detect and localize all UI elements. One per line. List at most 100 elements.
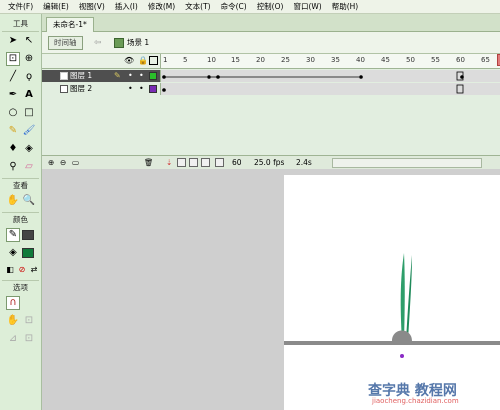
menu-edit[interactable]: 编辑(E) (38, 0, 74, 14)
delete-layer-icon[interactable]: 🗑 (144, 156, 154, 169)
timeline-toggle-button[interactable]: 时间轴 (48, 36, 83, 50)
rotate-skew-icon: ⊿ (8, 333, 18, 344)
frame-rate: 25.0 fps (254, 158, 285, 167)
zoom-tool-icon[interactable]: 🔍 (22, 194, 36, 208)
options-label: 选项 (13, 283, 28, 292)
layer-name: 图层 1 (70, 71, 93, 80)
back-arrow-icon[interactable]: ⇦ (94, 36, 102, 50)
lock-dot[interactable]: • (139, 83, 144, 95)
timeline-scrollbar[interactable] (332, 158, 482, 168)
line-tool-icon[interactable]: ╱ (6, 70, 20, 84)
layer-icon (60, 85, 68, 93)
frame-ruler[interactable]: 1 5 10 15 20 25 30 35 40 45 50 55 60 65 (160, 54, 500, 69)
lock-icon[interactable]: 🔒 (138, 56, 148, 65)
watermark-sub: jiaocheng.chazidian.com (372, 397, 459, 405)
onion-skin-icon[interactable] (177, 158, 186, 167)
scene-breadcrumb[interactable]: 场景 1 (114, 37, 149, 49)
ruler-label: 15 (231, 56, 240, 64)
selection-tool-icon[interactable]: ➤ (6, 34, 20, 48)
menu-view[interactable]: 视图(V) (74, 0, 110, 14)
paint-bucket-tool-icon[interactable]: ◈ (22, 142, 36, 156)
eye-icon[interactable]: 👁 (124, 56, 134, 65)
keyframe[interactable] (359, 75, 363, 79)
fill-transform-tool-icon[interactable]: ⊕ (22, 52, 36, 66)
snap-to-objects-icon[interactable]: ∩ (6, 296, 20, 310)
center-frame-icon[interactable]: ⇣ (166, 156, 172, 169)
add-layer-icon[interactable]: ⊕ (48, 156, 54, 169)
eyedropper-tool-icon[interactable]: ⚲ (6, 160, 20, 174)
layer-row[interactable]: 图层 1 ✎ • • (42, 70, 160, 82)
smooth-icon: ✋ (6, 315, 20, 326)
scene-icon (114, 38, 124, 48)
menu-control[interactable]: 控制(O) (252, 0, 289, 14)
visibility-dot[interactable]: • (128, 83, 133, 95)
fill-color-icon[interactable]: ◈ (6, 246, 20, 260)
menu-file[interactable]: 文件(F) (3, 0, 38, 14)
document-tab[interactable]: 未命名-1* (46, 17, 94, 32)
layer-outline-color[interactable] (149, 72, 157, 80)
add-guide-icon[interactable]: ⊖ (60, 156, 66, 169)
add-folder-icon[interactable]: ▭ (72, 156, 79, 169)
divider (2, 212, 39, 213)
layer-frames[interactable] (160, 70, 500, 82)
menu-commands[interactable]: 命令(C) (216, 0, 252, 14)
pencil-tool-icon[interactable]: ✎ (6, 124, 20, 138)
tools-panel: 工具 ➤ ↖ ⊡ ⊕ ╱ ϙ ✒ A ○ □ ✎ 🖌 ♦ ◈ ⚲ ▱ 查看 ✋ … (0, 14, 42, 410)
menu-insert[interactable]: 插入(I) (110, 0, 143, 14)
layer-frames[interactable] (160, 83, 500, 95)
outline-icon[interactable] (149, 56, 158, 65)
layer-name: 图层 2 (70, 84, 93, 93)
scale-icon: ⊡ (24, 333, 34, 344)
divider (2, 280, 39, 281)
ruler-label: 40 (356, 56, 365, 64)
document-tab-bar: 未命名-1* (42, 14, 500, 32)
onion-outline-icon[interactable] (189, 158, 198, 167)
edit-multiple-icon[interactable] (201, 158, 210, 167)
ruler-label: 65 (481, 56, 490, 64)
keyframe[interactable] (216, 75, 220, 79)
menu-text[interactable]: 文本(T) (180, 0, 215, 14)
lasso-tool-icon[interactable]: ϙ (22, 70, 36, 84)
ink-bottle-tool-icon[interactable]: ♦ (6, 142, 20, 156)
eraser-tool-icon[interactable]: ▱ (22, 160, 36, 174)
ruler-label: 60 (456, 56, 465, 64)
subselection-tool-icon[interactable]: ↖ (22, 34, 36, 48)
stroke-color-swatch[interactable] (22, 230, 34, 240)
modify-markers-icon[interactable] (215, 158, 224, 167)
brush-tool-icon[interactable]: 🖌 (22, 124, 36, 138)
ruler-label: 55 (431, 56, 440, 64)
watermark-site: jb51.net (424, 366, 486, 381)
edit-bar: 时间轴 ⇦ 场景 1 (42, 32, 500, 54)
pen-tool-icon[interactable]: ✒ (6, 88, 20, 102)
menu-modify[interactable]: 修改(M) (143, 0, 180, 14)
keyframe[interactable] (207, 75, 211, 79)
swap-colors-icon[interactable]: ⇄ (27, 263, 41, 277)
free-transform-tool-icon[interactable]: ⊡ (6, 52, 20, 66)
lock-dot[interactable]: • (139, 70, 144, 82)
stroke-color-icon[interactable]: ✎ (6, 228, 20, 242)
hand-tool-icon[interactable]: ✋ (6, 194, 20, 208)
menu-help[interactable]: 帮助(H) (327, 0, 364, 14)
ruler-label: 45 (381, 56, 390, 64)
ruler-label: 1 (163, 56, 168, 64)
keyframe[interactable] (162, 75, 166, 79)
ruler-label: 25 (281, 56, 290, 64)
menu-window[interactable]: 窗口(W) (288, 0, 326, 14)
oval-tool-icon[interactable]: ○ (6, 106, 20, 120)
divider (2, 31, 39, 32)
text-tool-icon[interactable]: A (22, 88, 36, 102)
ruler-label: 20 (256, 56, 265, 64)
fill-color-swatch[interactable] (22, 248, 34, 258)
layer-outline-color[interactable] (149, 85, 157, 93)
keyframe[interactable] (162, 88, 166, 92)
straighten-icon: ⊡ (24, 315, 34, 326)
timeline-panel: 👁 🔒 1 5 10 15 20 25 30 35 40 45 50 55 60… (42, 54, 500, 169)
timeline-status-bar: ⊕ ⊖ ▭ 🗑 ⇣ 60 25.0 fps 2.4s (42, 155, 500, 169)
divider (2, 178, 39, 179)
layer-row[interactable]: 图层 2 • • (42, 83, 160, 95)
ruler-label: 35 (331, 56, 340, 64)
ruler-label: 5 (183, 56, 188, 64)
static-frames (162, 84, 464, 94)
rectangle-tool-icon[interactable]: □ (22, 106, 36, 120)
visibility-dot[interactable]: • (128, 70, 133, 82)
